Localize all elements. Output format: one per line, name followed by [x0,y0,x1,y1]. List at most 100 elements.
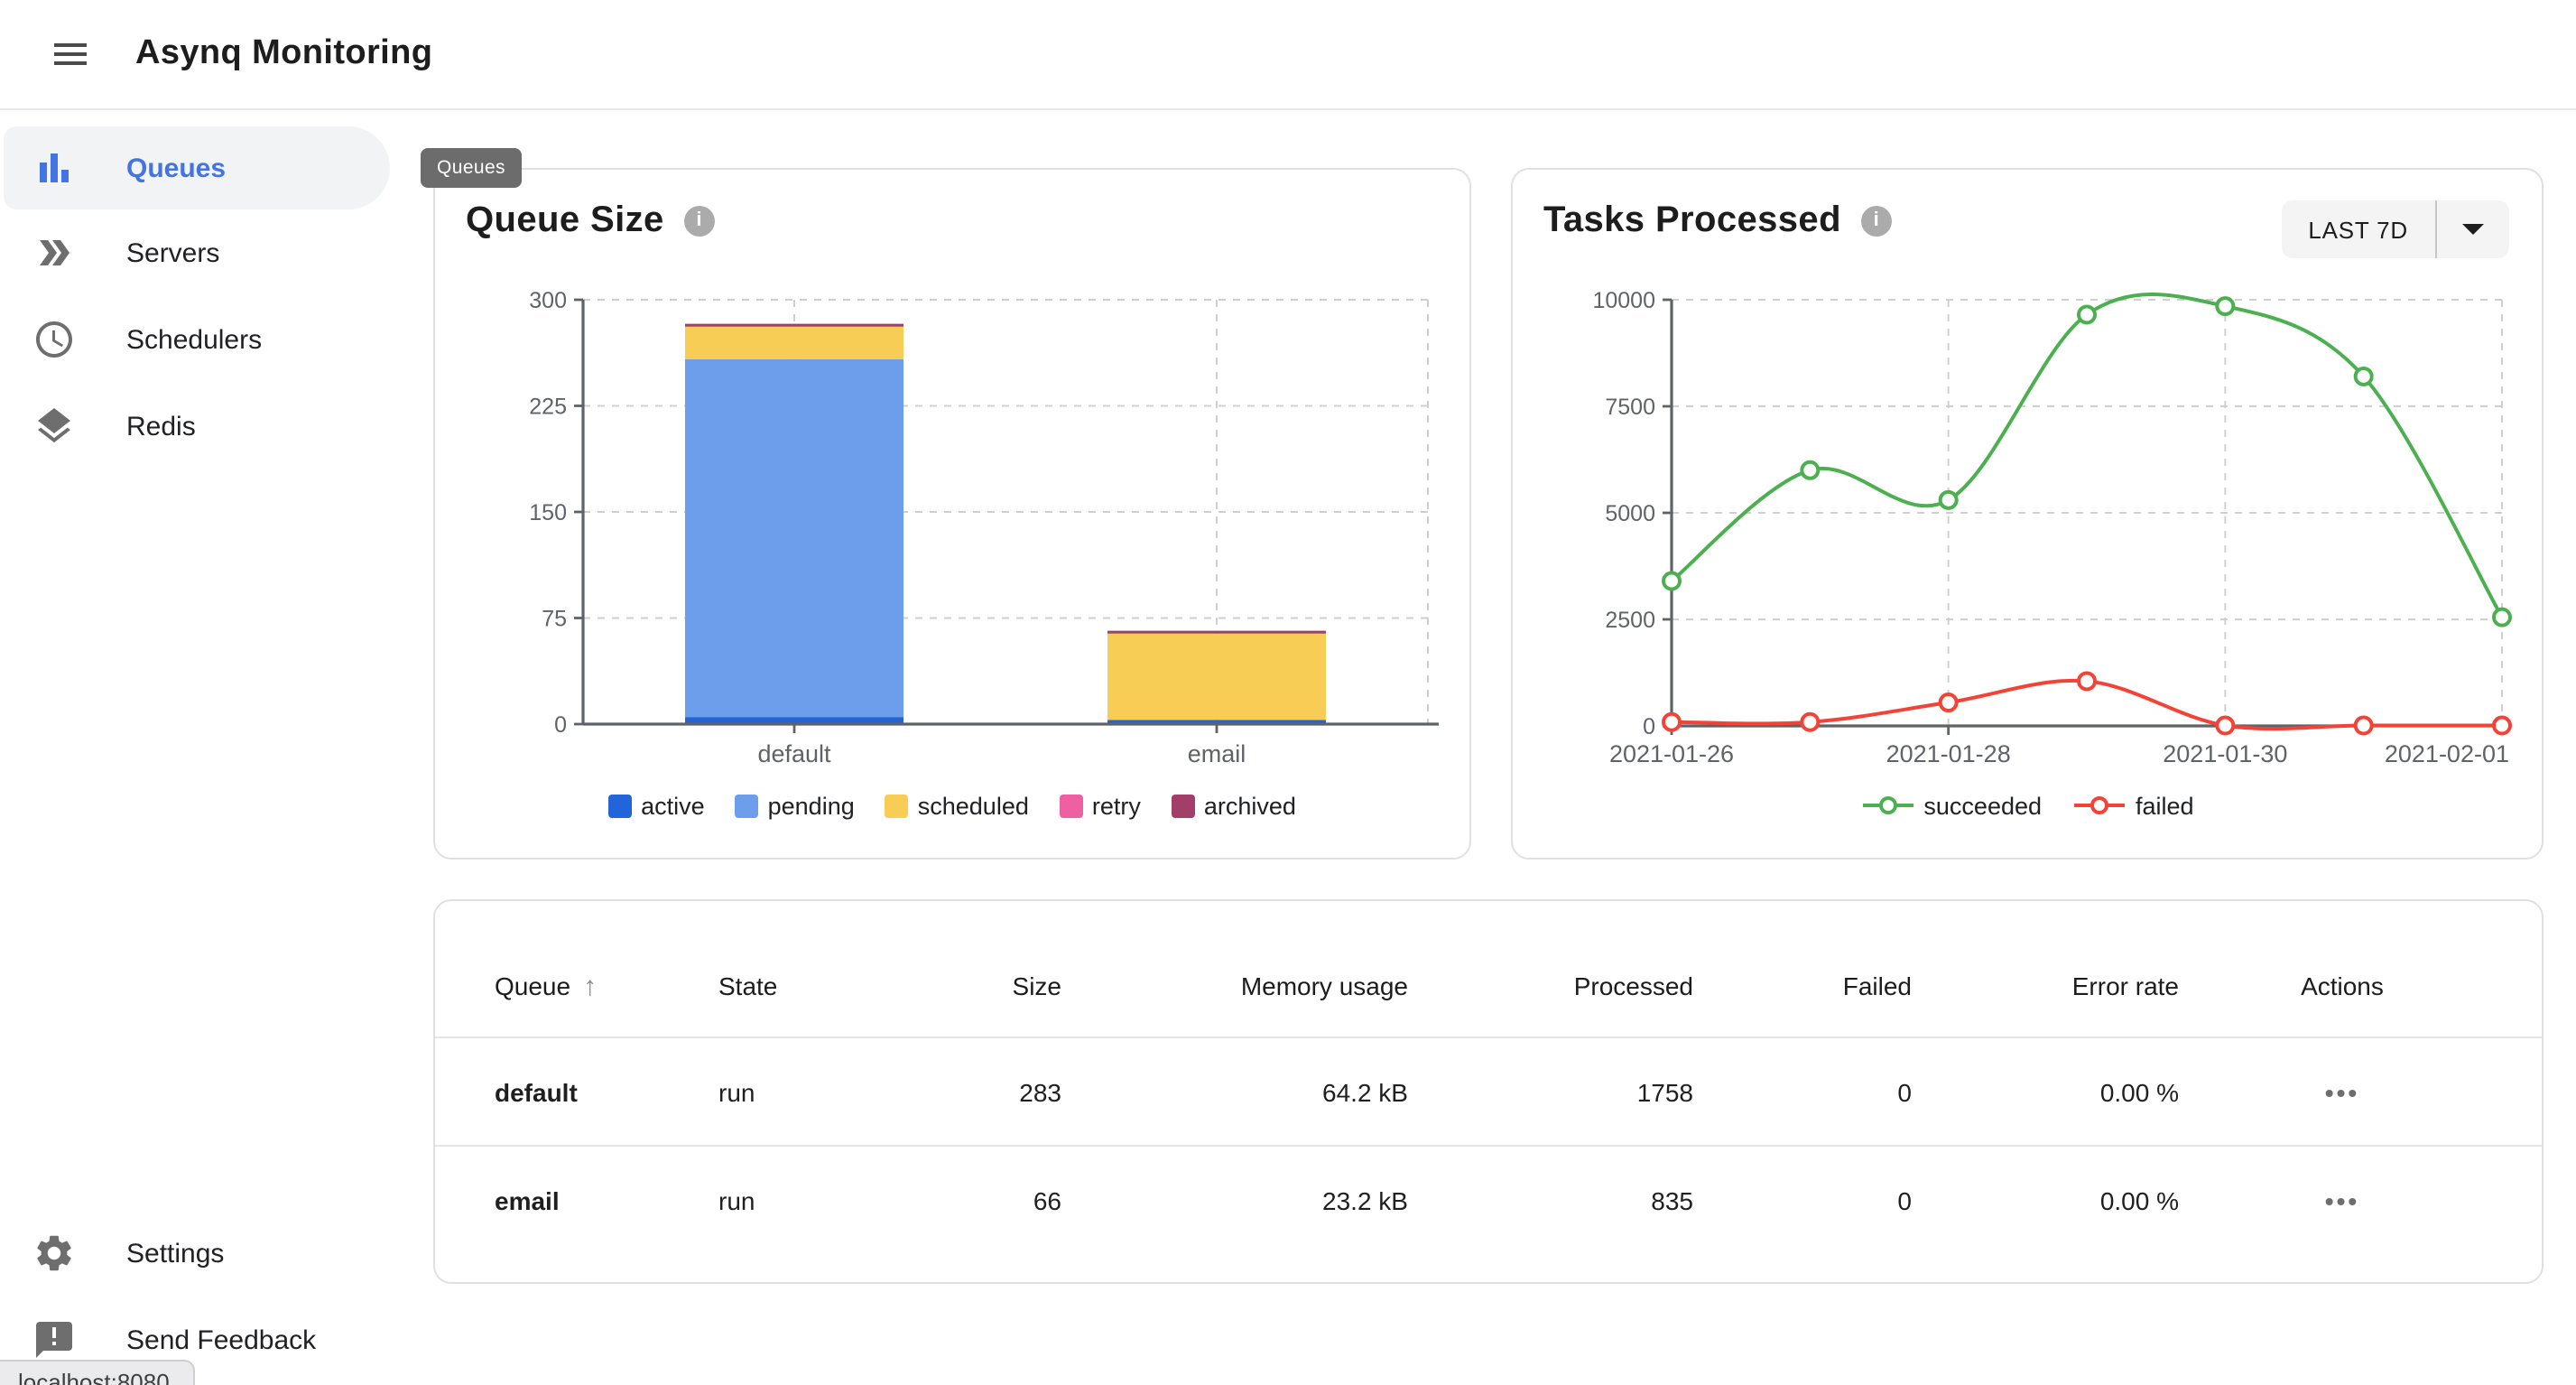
svg-text:2021-02-01: 2021-02-01 [2385,740,2509,767]
column-header-memory-usage[interactable]: Memory usage [1061,971,1408,1000]
column-header-label: Memory usage [1241,971,1408,1000]
legend-item-archived: archived [1172,792,1296,819]
gear-icon [32,1232,76,1275]
column-header-label: Actions [2301,971,2384,1000]
legend-label: scheduled [918,792,1029,819]
svg-text:0: 0 [1643,714,1655,739]
cell-state: run [718,1077,881,1106]
sidebar-item-label: Send Feedback [126,1325,316,1355]
column-header-state[interactable]: State [718,971,881,1000]
cell-size: 283 [881,1077,1061,1106]
cell-queue[interactable]: default [495,1077,718,1106]
sort-ascending-icon: ↑ [583,971,597,1001]
sidebar-item-settings[interactable]: Settings [4,1212,390,1295]
legend-label: archived [1204,792,1296,819]
date-range-label[interactable]: LAST 7D [2281,200,2435,258]
browser-status-bar: localhost:8080 [0,1360,195,1385]
clock-icon [32,318,76,361]
svg-text:150: 150 [529,500,567,525]
queues-tooltip: Queues [421,148,522,188]
legend-label: retry [1092,792,1141,819]
info-icon[interactable]: i [684,206,715,237]
legend-item-succeeded: succeeded [1860,792,2042,819]
svg-text:2021-01-26: 2021-01-26 [1609,740,1734,767]
feedback-icon [32,1318,76,1362]
cell-processed: 835 [1408,1185,1693,1214]
svg-text:7500: 7500 [1605,395,1655,420]
legend-label: succeeded [1923,792,2042,819]
info-icon[interactable]: i [1861,206,1892,237]
queues-table-card: Queue ↑ State Size Memory usage Processed Fail… [433,899,2544,1284]
tasks-processed-legend: succeeded failed [1513,787,2542,823]
svg-text:300: 300 [529,288,567,313]
cell-memory-usage: 23.2 kB [1061,1185,1408,1214]
column-header-label: Size [1013,971,1061,1000]
asynq-monitoring-app: Asynq Monitoring Queues Servers Schedule… [0,0,2576,1385]
legend-label: pending [768,792,855,819]
column-header-size[interactable]: Size [881,971,1061,1000]
more-actions-icon[interactable]: ••• [2325,1187,2359,1213]
column-header-processed[interactable]: Processed [1408,971,1693,1000]
cell-size: 66 [881,1185,1061,1214]
sidebar-item-label: Schedulers [126,324,262,355]
tasks-processed-chart: 0 2500 5000 7500 10000 2021-01-26 2021-01-28 20… [1513,271,2542,785]
sidebar-item-redis[interactable]: Redis [4,385,390,468]
svg-text:email: email [1188,740,1246,767]
chevron-down-icon [2462,224,2484,235]
column-header-failed[interactable]: Failed [1693,971,1912,1000]
column-header-label: Queue [495,971,570,999]
column-header-label: Processed [1574,971,1693,1000]
svg-text:10000: 10000 [1592,288,1655,313]
legend-label: active [641,792,705,819]
queue-size-title: Queue Size i [466,200,715,242]
cell-error-rate: 0.00 % [1912,1077,2179,1106]
legend-item-active: active [608,792,705,819]
legend-swatch [885,794,909,817]
column-header-error-rate[interactable]: Error rate [1912,971,2179,1000]
svg-text:default: default [757,740,831,767]
svg-text:2500: 2500 [1605,608,1655,633]
cell-failed: 0 [1693,1185,1912,1214]
table-body: defaultrun28364.2 kB175800.00 %•••emailr… [435,1038,2542,1253]
cell-queue[interactable]: email [495,1185,718,1214]
cell-actions: ••• [2179,1077,2506,1106]
table-row-default: defaultrun28364.2 kB175800.00 %••• [435,1038,2542,1147]
legend-item-pending: pending [736,792,855,819]
sidebar-item-queues[interactable]: Queues [4,126,390,209]
menu-icon[interactable] [49,33,92,76]
more-actions-icon[interactable]: ••• [2325,1079,2359,1104]
tasks-processed-card: Tasks Processed i LAST 7D 02500500075001… [1511,168,2544,860]
legend-line-marker [2072,795,2127,816]
legend-label: failed [2136,792,2194,819]
svg-text:75: 75 [542,607,567,632]
cell-memory-usage: 64.2 kB [1061,1077,1408,1106]
svg-text:5000: 5000 [1605,501,1655,526]
legend-item-retry: retry [1060,792,1141,819]
legend-swatch [608,794,632,817]
table-row-email: emailrun6623.2 kB83500.00 %••• [435,1147,2542,1253]
svg-text:0: 0 [554,712,567,738]
column-header-label: State [718,971,777,1000]
column-header-label: Failed [1843,971,1912,1000]
column-header-label: Error rate [2072,971,2179,1000]
column-header-queue[interactable]: Queue ↑ [495,971,718,1001]
date-range-caret-button[interactable] [2437,200,2509,258]
cell-processed: 1758 [1408,1077,1693,1106]
svg-text:2021-01-28: 2021-01-28 [1886,740,2011,767]
sidebar-item-schedulers[interactable]: Schedulers [4,298,390,381]
table-header-row: Queue ↑ State Size Memory usage Processed Fail… [435,901,2542,1038]
legend-item-scheduled: scheduled [885,792,1029,819]
sidebar-item-label: Queues [126,153,226,183]
sidebar-item-label: Settings [126,1238,224,1269]
sidebar-item-label: Servers [126,237,219,268]
sidebar-item-servers[interactable]: Servers [4,211,390,294]
queue-size-chart: defaultemail075150225300 [435,271,1469,785]
queue-size-card: Queue Size i defaultemail075150225300 ac… [433,168,1471,860]
app-header: Asynq Monitoring [0,0,2576,110]
column-header-actions[interactable]: Actions [2179,971,2506,1000]
legend-line-marker [1860,795,1914,816]
legend-swatch [736,794,759,817]
bar-chart-icon [32,146,76,190]
legend-item-failed: failed [2072,792,2194,819]
date-range-button[interactable]: LAST 7D [2281,200,2509,258]
